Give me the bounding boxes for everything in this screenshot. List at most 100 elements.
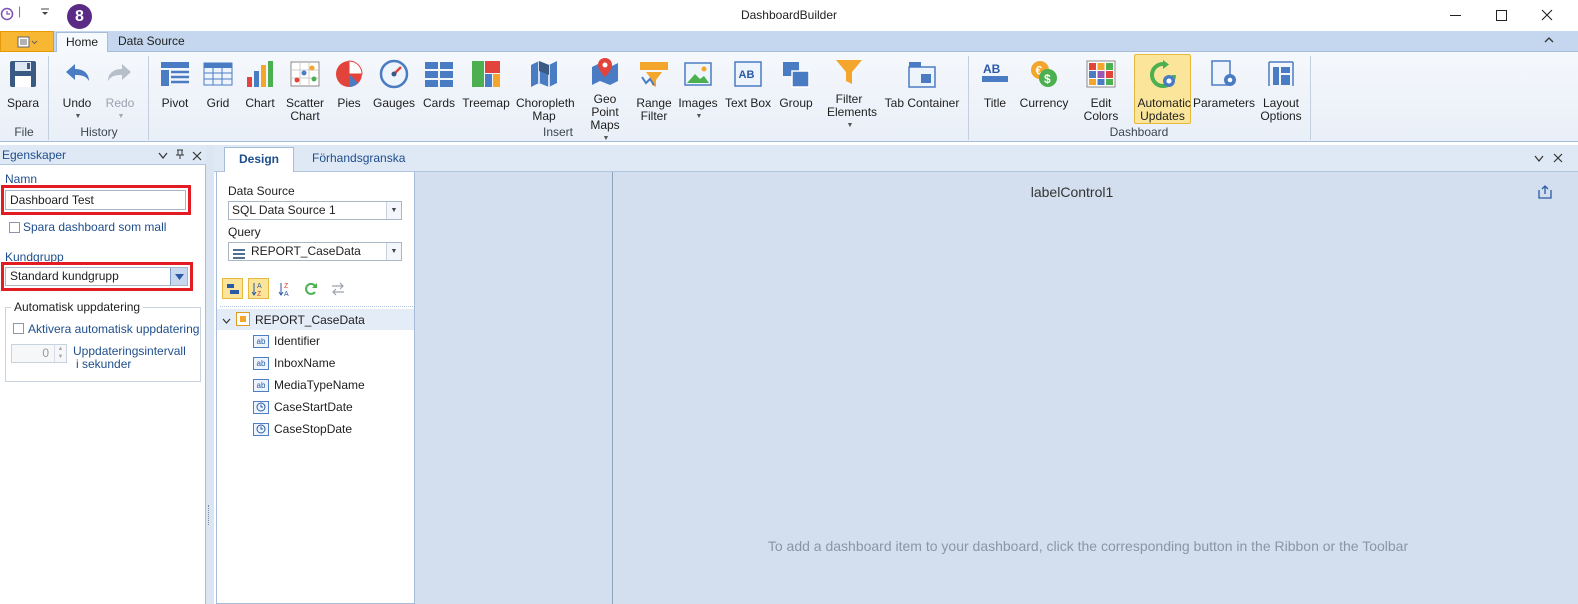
field-item[interactable]: ab MediaTypeName xyxy=(253,376,365,394)
svg-text:A: A xyxy=(257,283,262,290)
chevron-down-icon[interactable]: ▼ xyxy=(386,202,401,219)
refresh-icon xyxy=(304,282,317,295)
panel-splitter[interactable] xyxy=(206,145,214,604)
insert-pivot-button[interactable]: Pivot xyxy=(155,54,195,126)
field-item[interactable]: CaseStopDate xyxy=(253,420,352,438)
redo-icon xyxy=(103,57,137,91)
spinner-arrows-icon[interactable]: ▲ ▼ xyxy=(54,345,66,362)
collapse-ribbon-icon[interactable] xyxy=(1544,34,1554,48)
insert-gauges-button[interactable]: Gauges xyxy=(372,54,416,126)
pie-chart-icon xyxy=(332,57,366,91)
refresh-fields-button[interactable] xyxy=(300,278,321,299)
field-item[interactable]: ab Identifier xyxy=(253,332,320,350)
dashboard-title-button[interactable]: AB Title xyxy=(976,54,1014,126)
undo-button[interactable]: Undo ▼ xyxy=(56,54,98,126)
document-menu-icon[interactable] xyxy=(1534,153,1544,167)
chevron-down-icon[interactable]: ▼ xyxy=(386,243,401,260)
save-as-template-label: Spara dashboard som mall xyxy=(23,220,167,234)
floppy-disk-icon xyxy=(6,57,40,91)
insert-range-filter-button[interactable]: Range Filter xyxy=(634,54,674,126)
close-document-icon[interactable] xyxy=(1553,152,1563,166)
insert-geo-point-maps-button[interactable]: Geo Point Maps ▼ xyxy=(578,54,632,142)
group-separator xyxy=(1310,56,1311,140)
field-item[interactable]: CaseStartDate xyxy=(253,398,353,416)
date-field-icon xyxy=(253,400,269,414)
insert-pies-button[interactable]: Pies xyxy=(331,54,367,126)
image-icon xyxy=(681,57,715,91)
interval-label-line1: Uppdateringsintervall xyxy=(73,344,186,358)
tab-design[interactable]: Design xyxy=(224,147,295,173)
svg-text:AB: AB xyxy=(983,62,1001,76)
insert-scatter-chart-button[interactable]: Scatter Chart xyxy=(281,54,329,126)
bar-chart-icon xyxy=(243,57,277,91)
save-button[interactable]: Spara xyxy=(2,54,44,126)
dashboard-name-input[interactable]: Dashboard Test xyxy=(5,190,186,210)
sort-za-button[interactable]: ZA xyxy=(275,278,296,299)
name-label: Namn xyxy=(5,172,38,186)
field-name: InboxName xyxy=(274,356,336,370)
pin-icon[interactable] xyxy=(175,149,185,163)
pivot-icon xyxy=(158,57,192,91)
export-icon[interactable] xyxy=(1537,184,1553,203)
tab-preview[interactable]: Förhandsgranska xyxy=(298,147,419,172)
gauge-icon xyxy=(377,57,411,91)
tab-home[interactable]: Home xyxy=(56,32,109,53)
insert-filter-elements-button[interactable]: Filter Elements ▼ xyxy=(818,54,880,129)
tree-root-label: REPORT_CaseData xyxy=(255,313,365,327)
field-item[interactable]: ab InboxName xyxy=(253,354,335,372)
close-panel-icon[interactable] xyxy=(192,150,202,164)
redo-button[interactable]: Redo ▼ xyxy=(99,54,141,126)
panel-menu-icon[interactable] xyxy=(158,150,168,164)
edit-colors-button[interactable]: Edit Colors xyxy=(1073,54,1129,126)
ribbon-tab-row: Home Data Source xyxy=(0,31,1578,53)
dashboard-canvas[interactable]: labelControl1 To add a dashboard item to… xyxy=(415,172,1578,604)
insert-grid-button[interactable]: Grid xyxy=(198,54,238,126)
expand-chevron-icon[interactable] xyxy=(222,315,231,329)
insert-text-box-button[interactable]: AB Text Box xyxy=(724,54,772,126)
automatic-updates-button[interactable]: Automatic Updates xyxy=(1134,54,1191,124)
sort-az-icon: AZ xyxy=(251,282,262,297)
tab-container-icon xyxy=(905,57,939,91)
currency-button[interactable]: € $ Currency xyxy=(1018,54,1070,126)
maximize-button[interactable] xyxy=(1478,0,1524,30)
ribbon: Spara File Undo ▼ Redo ▼ History Pivot G… xyxy=(0,52,1578,142)
group-separator xyxy=(48,56,49,140)
svg-text:A: A xyxy=(284,291,289,297)
color-palette-icon xyxy=(1084,57,1118,91)
group-label-file: File xyxy=(14,125,34,139)
properties-panel-title: Egenskaper xyxy=(2,148,67,162)
insert-images-button[interactable]: Images ▼ xyxy=(678,54,718,126)
query-select[interactable]: REPORT_CaseData ▼ xyxy=(228,242,402,261)
parameters-button[interactable]: Parameters xyxy=(1193,54,1255,126)
document-tab-row: Design Förhandsgranska xyxy=(214,145,1578,173)
insert-tab-container-button[interactable]: Tab Container xyxy=(884,54,960,126)
insert-treemap-button[interactable]: Treemap xyxy=(462,54,510,126)
customer-group-select[interactable]: Standard kundgrupp xyxy=(5,267,188,286)
splitter-grip xyxy=(208,505,210,525)
tab-data-source[interactable]: Data Source xyxy=(109,32,194,52)
insert-chart-button[interactable]: Chart xyxy=(240,54,280,126)
svg-text:Z: Z xyxy=(284,283,289,290)
insert-choropleth-map-button[interactable]: Choropleth Map xyxy=(514,54,575,126)
data-source-select[interactable]: SQL Data Source 1 ▼ xyxy=(228,201,402,220)
sort-az-button[interactable]: AZ xyxy=(248,278,269,299)
swap-button[interactable] xyxy=(327,278,348,299)
layout-options-button[interactable]: Layout Options xyxy=(1258,54,1304,126)
label-control[interactable]: labelControl1 xyxy=(613,184,1531,200)
dropdown-caret-icon: ▼ xyxy=(695,113,703,120)
close-button[interactable] xyxy=(1524,0,1570,30)
toolbar-divider xyxy=(220,306,413,307)
enable-auto-update-checkbox[interactable] xyxy=(13,323,24,334)
save-as-template-checkbox[interactable] xyxy=(9,222,20,233)
undo-icon xyxy=(60,57,94,91)
insert-cards-button[interactable]: Cards xyxy=(419,54,459,126)
properties-panel: Egenskaper Namn Dashboard Test Spara das… xyxy=(0,145,206,604)
insert-group-button[interactable]: Group xyxy=(776,54,816,126)
chevron-down-icon[interactable] xyxy=(170,268,187,285)
group-by-type-button[interactable] xyxy=(222,278,243,299)
group-label-dashboard: Dashboard xyxy=(1109,125,1169,139)
minimize-button[interactable] xyxy=(1432,0,1478,30)
tree-root-row[interactable]: REPORT_CaseData xyxy=(217,309,414,330)
update-interval-spinner[interactable]: 0 ▲ ▼ xyxy=(11,344,67,363)
app-menu-button[interactable] xyxy=(0,31,54,52)
